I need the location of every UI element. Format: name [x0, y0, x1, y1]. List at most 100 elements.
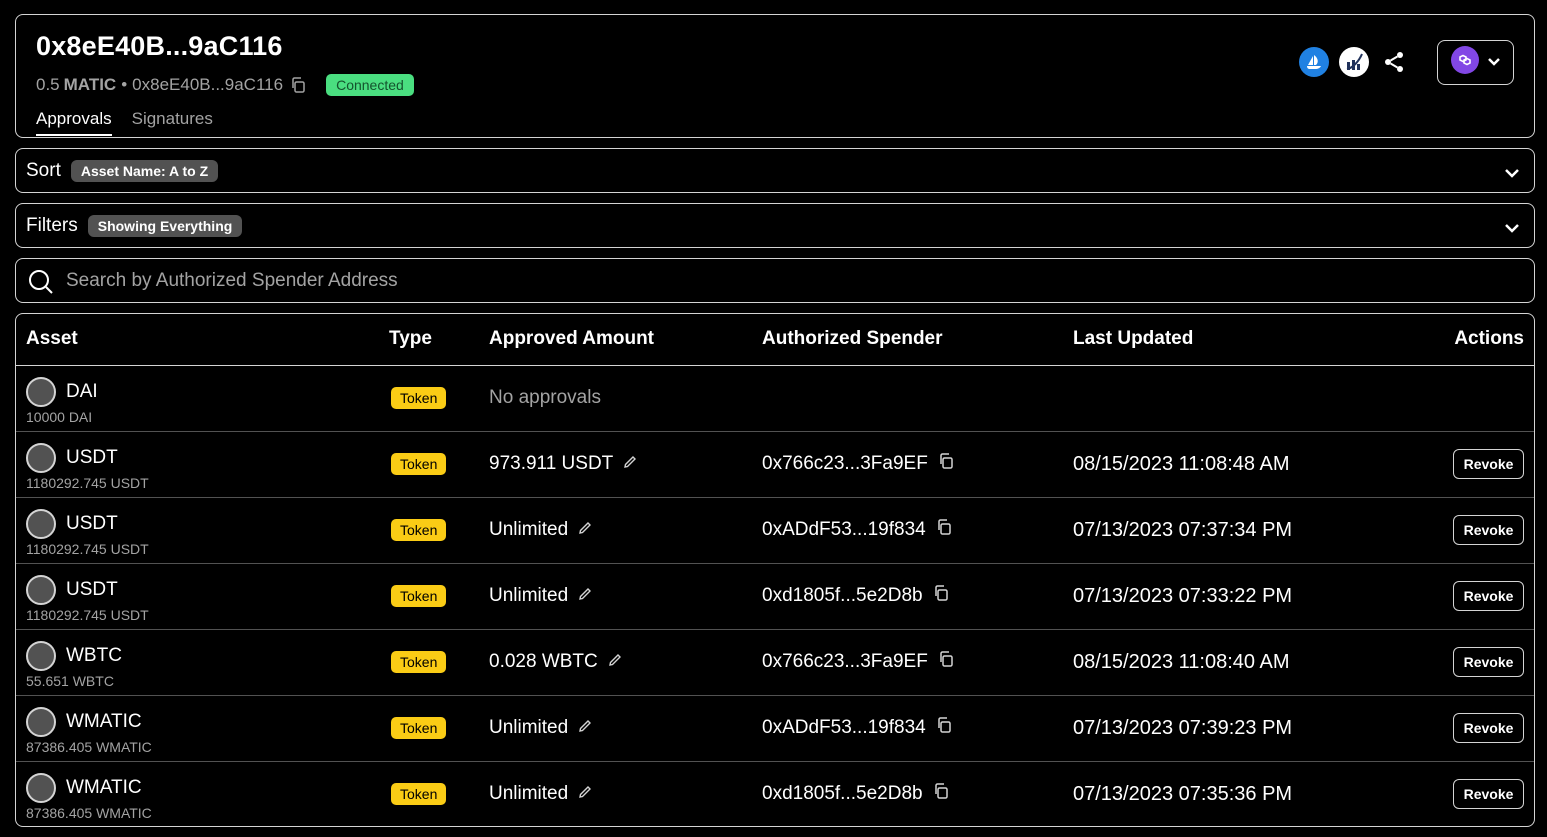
type-badge: Token [391, 651, 447, 673]
pencil-icon[interactable] [578, 585, 592, 607]
copy-icon[interactable] [933, 585, 949, 607]
copy-icon[interactable] [936, 717, 952, 739]
spender-cell: 0x766c23...3Fa9EF [762, 431, 1073, 498]
filters-label: Filters [26, 214, 78, 236]
asset-symbol: WMATIC [66, 777, 142, 799]
amount-cell: 0.028 WBTC [489, 629, 762, 696]
filters-bar[interactable]: Filters Showing Everything [15, 203, 1535, 248]
asset-symbol: USDT [66, 579, 118, 600]
asset-cell: USDT 1180292.745 USDT [16, 431, 389, 498]
spender-cell [762, 365, 1073, 432]
asset-balance: 1180292.745 USDT [26, 607, 149, 623]
asset-symbol: USDT [66, 447, 118, 468]
approved-amount: Unlimited [489, 717, 569, 738]
amount-cell: 973.911 USDT [489, 431, 762, 498]
spender-address[interactable]: 0xADdF53...19f834 [762, 717, 926, 739]
asset-symbol: USDT [66, 513, 118, 534]
spender-cell: 0xd1805f...5e2D8b [762, 563, 1073, 630]
col-actions: Actions [1373, 314, 1534, 366]
approved-amount: 973.911 USDT [489, 453, 614, 474]
spender-address[interactable]: 0x766c23...3Fa9EF [762, 651, 928, 673]
asset-cell: WBTC 55.651 WBTC [16, 629, 389, 696]
actions-cell: Revoke [1373, 695, 1534, 762]
pencil-icon[interactable] [623, 453, 637, 475]
token-logo [26, 509, 56, 539]
col-authorized-spender: Authorized Spender [762, 314, 1073, 366]
copy-icon[interactable] [290, 77, 306, 93]
asset-balance: 55.651 WBTC [26, 673, 114, 689]
table-row: USDT 1180292.745 USDT Token Unlimited 0xADdF… [16, 497, 1534, 564]
asset-balance: 87386.405 WMATIC [26, 739, 152, 755]
pencil-icon[interactable] [608, 651, 622, 673]
opensea-icon[interactable] [1299, 47, 1329, 77]
pencil-icon[interactable] [578, 783, 592, 805]
table-body: DAI 10000 DAI Token No approvals USDT 1180292… [16, 365, 1534, 826]
revoke-button[interactable]: Revoke [1453, 449, 1524, 479]
copy-icon[interactable] [938, 651, 954, 673]
updated-cell: 07/13/2023 07:39:23 PM [1073, 695, 1373, 762]
updated-cell: 07/13/2023 07:35:36 PM [1073, 761, 1373, 826]
asset-cell: USDT 1180292.745 USDT [16, 497, 389, 564]
asset-balance: 87386.405 WMATIC [26, 805, 152, 822]
spender-cell: 0xADdF53...19f834 [762, 497, 1073, 564]
separator: • [121, 75, 128, 94]
token-logo [26, 707, 56, 737]
copy-icon[interactable] [938, 453, 954, 475]
pencil-icon[interactable] [578, 519, 592, 541]
actions-cell: Revoke [1373, 563, 1534, 630]
etherscan-icon[interactable] [1339, 47, 1369, 77]
col-last-updated: Last Updated [1073, 314, 1373, 366]
asset-cell: USDT 1180292.745 USDT [16, 563, 389, 630]
revoke-button[interactable]: Revoke [1453, 713, 1524, 743]
actions-cell: Revoke [1373, 497, 1534, 564]
updated-cell [1073, 365, 1373, 432]
type-badge: Token [391, 519, 447, 541]
actions-cell: Revoke [1373, 761, 1534, 826]
token-logo [26, 641, 56, 671]
spender-address[interactable]: 0x766c23...3Fa9EF [762, 453, 928, 475]
spender-cell: 0x766c23...3Fa9EF [762, 629, 1073, 696]
type-cell: Token [389, 563, 489, 630]
asset-cell: DAI 10000 DAI [16, 365, 389, 432]
revoke-button[interactable]: Revoke [1453, 647, 1524, 677]
revoke-button[interactable]: Revoke [1453, 515, 1524, 545]
approved-amount: Unlimited [489, 519, 569, 540]
share-icon[interactable] [1379, 47, 1409, 77]
updated-cell: 08/15/2023 11:08:48 AM [1073, 431, 1373, 498]
page-title: 0x8eE40B...9aC116 [36, 31, 283, 61]
sort-label: Sort [26, 159, 61, 181]
copy-icon[interactable] [936, 519, 952, 541]
approvals-table: Asset Type Approved Amount Authorized Sp… [15, 313, 1535, 827]
asset-balance: 1180292.745 USDT [26, 475, 149, 491]
spender-address[interactable]: 0xADdF53...19f834 [762, 519, 926, 541]
last-updated: 07/13/2023 07:39:23 PM [1073, 716, 1293, 739]
revoke-button[interactable]: Revoke [1453, 581, 1524, 611]
copy-icon[interactable] [933, 783, 949, 805]
revoke-button[interactable]: Revoke [1453, 779, 1524, 810]
tab-approvals[interactable]: Approvals [36, 109, 112, 136]
token-logo [26, 773, 56, 804]
asset-balance: 10000 DAI [26, 409, 93, 425]
col-asset: Asset [16, 314, 389, 366]
search-input[interactable] [66, 259, 1516, 302]
chain-selector[interactable] [1437, 40, 1514, 85]
spender-address[interactable]: 0xd1805f...5e2D8b [762, 585, 923, 607]
last-updated: 07/13/2023 07:37:34 PM [1073, 518, 1293, 541]
type-cell: Token [389, 761, 489, 826]
sort-bar[interactable]: Sort Asset Name: A to Z [15, 148, 1535, 193]
tab-signatures[interactable]: Signatures [132, 109, 213, 136]
balance-unit: MATIC [63, 75, 117, 94]
token-logo [26, 443, 56, 473]
spender-address[interactable]: 0xd1805f...5e2D8b [762, 783, 923, 805]
token-logo [26, 575, 56, 605]
last-updated: 08/15/2023 11:08:40 AM [1073, 650, 1290, 673]
polygon-icon [1450, 46, 1479, 79]
chevron-down-icon [1487, 54, 1501, 72]
updated-cell: 07/13/2023 07:33:22 PM [1073, 563, 1373, 630]
asset-balance: 1180292.745 USDT [26, 541, 149, 557]
chevron-down-icon[interactable] [1504, 163, 1520, 185]
last-updated: 08/15/2023 11:08:48 AM [1073, 452, 1290, 475]
type-cell: Token [389, 365, 489, 432]
chevron-down-icon[interactable] [1504, 218, 1520, 240]
pencil-icon[interactable] [578, 717, 592, 739]
